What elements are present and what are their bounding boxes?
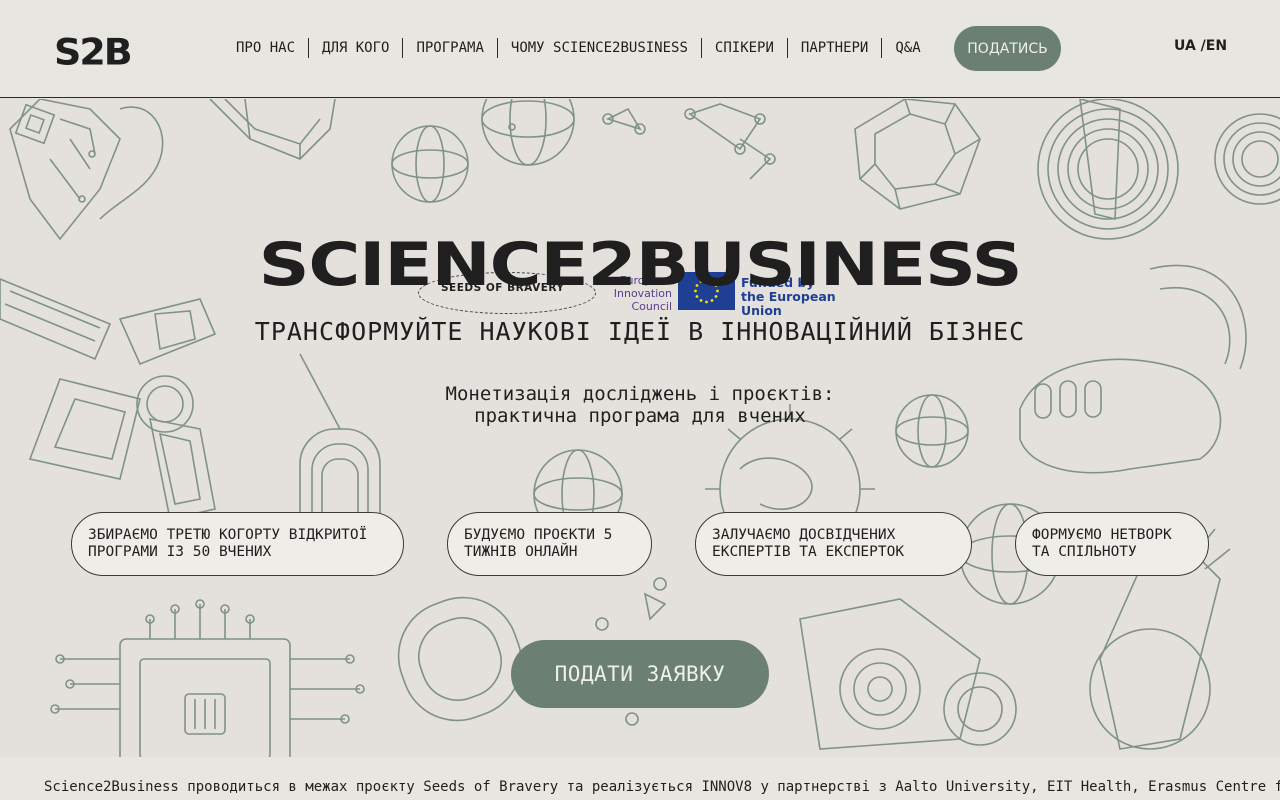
polyhedron-illustration [209,99,336,160]
nav-item-program[interactable]: ПРОГРАМА [403,38,498,58]
feature-pill-cohort: ЗБИРАЄМО ТРЕТЮ КОГОРТУ ВІДКРИТОЇ ПРОГРАМ… [71,512,404,576]
nav-item-why[interactable]: ЧОМУ SCIENCE2BUSINESS [498,38,702,58]
hero-section: SEEDS OF BRAVERY European Innovation Cou… [0,99,1280,757]
main-nav: ПРО НАС ДЛЯ КОГО ПРОГРАМА ЧОМУ SCIENCE2B… [223,38,934,58]
nav-item-speakers[interactable]: СПІКЕРИ [702,38,788,58]
microchip-illustration [50,599,365,757]
hero-tagline: Монетизація досліджень і проєктів: практ… [0,383,1280,427]
feature-pill-network: ФОРМУЄМО НЕТВОРК ТА СПІЛЬНОТУ [1015,512,1209,576]
tagline-line2: практична програма для вчених [474,405,806,427]
nav-item-for-whom[interactable]: ДЛЯ КОГО [309,38,404,58]
language-switcher: UA /EN [1174,38,1227,54]
apply-button[interactable]: ПОДАТИСЬ [954,26,1061,71]
submit-application-button[interactable]: ПОДАТИ ЗАЯВКУ [511,640,769,708]
lang-separator: / [1195,38,1206,54]
feature-pill-experts: ЗАЛУЧАЄМО ДОСВІДЧЕНИХ ЕКСПЕРТІВ ТА ЕКСПЕ… [695,512,972,576]
crystal-illustration [854,99,981,210]
site-header: S2B ПРО НАС ДЛЯ КОГО ПРОГРАМА ЧОМУ SCIEN… [0,0,1280,98]
sphere-illustration [391,99,575,203]
nav-item-qa[interactable]: Q&A [882,38,933,58]
ring-artifact-illustration [1037,99,1280,240]
feature-pill-projects: БУДУЄМО ПРОЄКТИ 5 ТИЖНІВ ОНЛАЙН [447,512,652,576]
hero-subtitle: ТРАНСФОРМУЙТЕ НАУКОВІ ІДЕЇ В ІННОВАЦІЙНИ… [254,317,1026,346]
lang-ua-link[interactable]: UA [1174,38,1196,54]
nav-item-about[interactable]: ПРО НАС [223,38,310,58]
logo[interactable]: S2B [54,31,133,73]
lang-en-link[interactable]: EN [1206,38,1227,54]
tagline-line1: Монетизація досліджень і проєктів: [445,383,835,405]
hero-title: SCIENCE2BUSINESS [258,230,1023,300]
footer-note: Science2Business проводиться в межах про… [0,757,1280,800]
molecule-illustration [602,103,776,180]
nav-item-partners[interactable]: ПАРТНЕРИ [788,38,883,58]
heart-circuit-illustration [9,99,164,241]
